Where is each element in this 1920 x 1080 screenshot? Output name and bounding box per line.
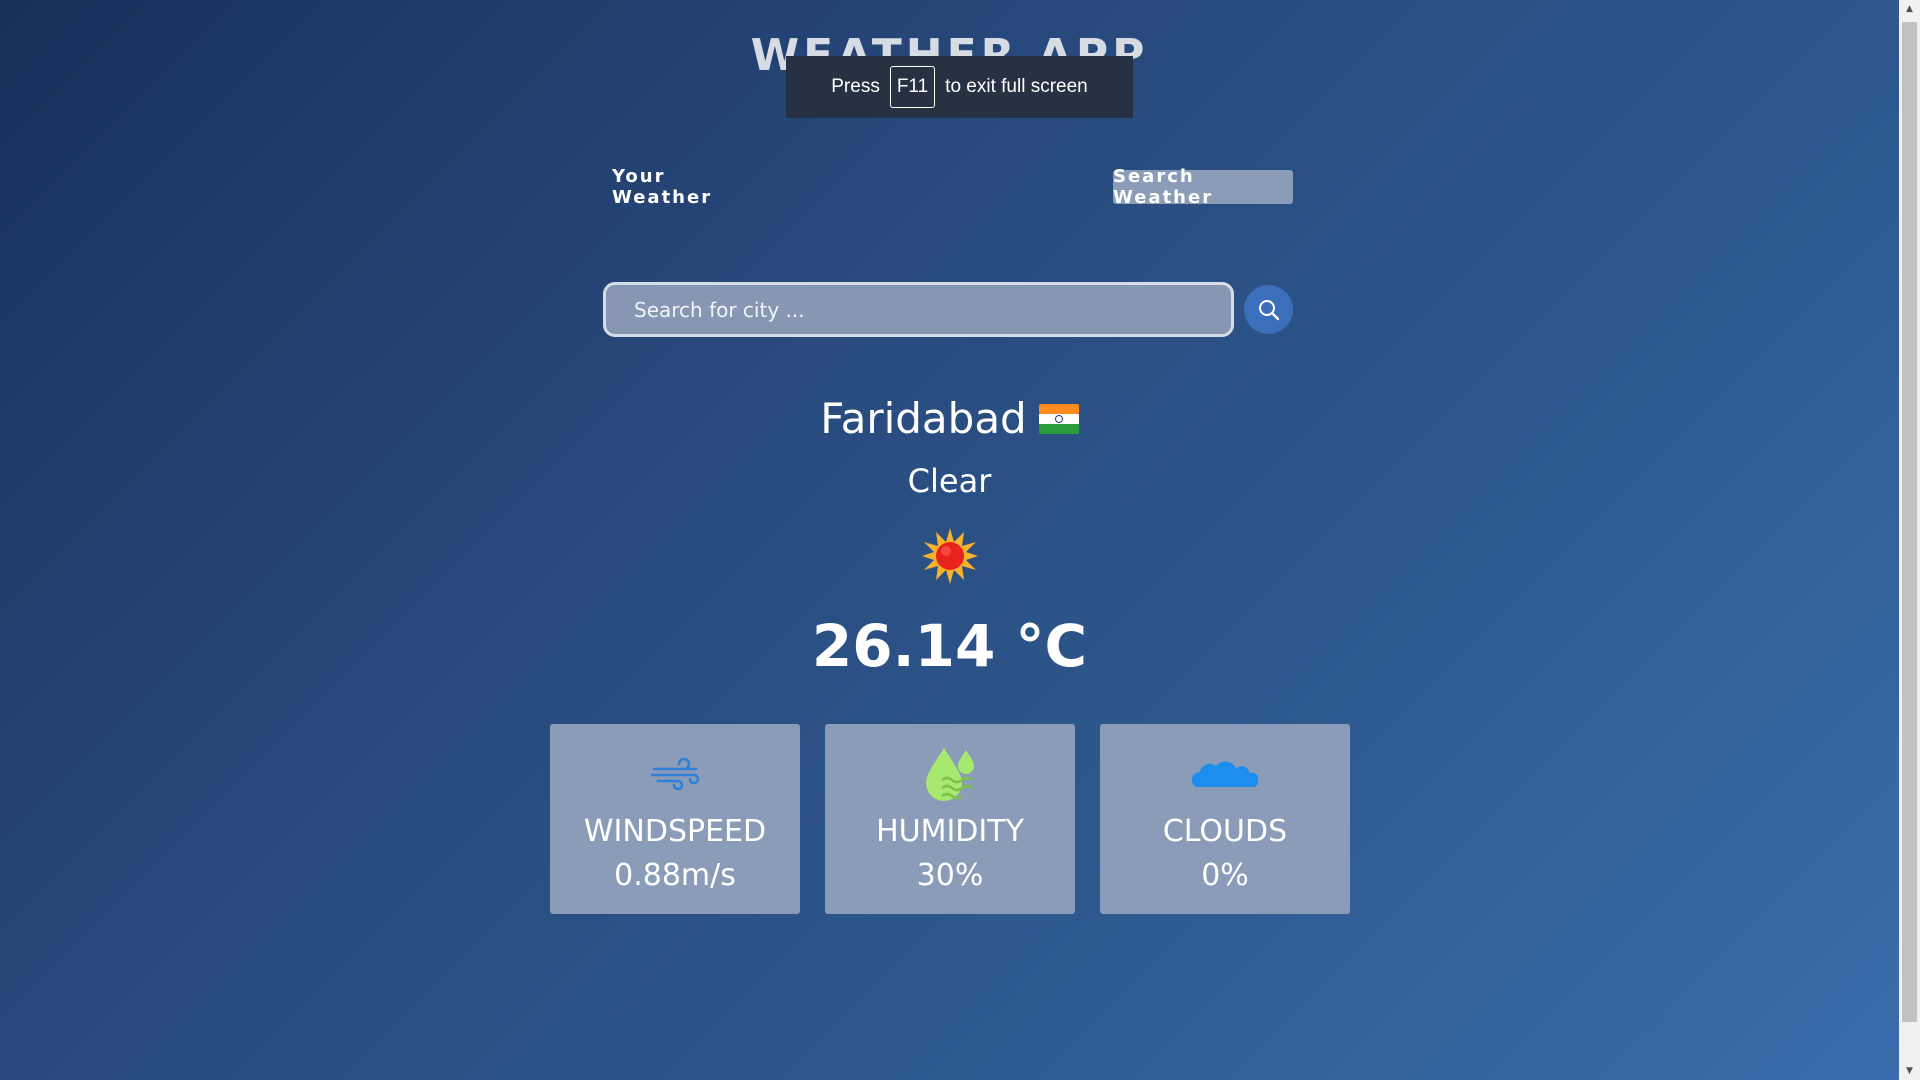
fullscreen-notice-before: Press — [831, 76, 880, 97]
stat-label: WINDSPEED — [583, 814, 767, 849]
fullscreen-key: F11 — [889, 66, 936, 108]
city-name: Faridabad — [820, 394, 1027, 443]
search-icon — [1258, 299, 1279, 320]
temperature: 26.14 °C — [811, 612, 1088, 680]
weather-page: WEATHER APP Press F11 to exit full scree… — [0, 0, 1899, 1080]
fullscreen-notice-after: to exit full screen — [945, 76, 1088, 97]
stat-label: CLOUDS — [1162, 814, 1288, 849]
search-box — [603, 282, 1234, 337]
flag-icon — [1038, 403, 1079, 434]
stat-label: HUMIDITY — [876, 814, 1024, 849]
wind-icon — [650, 757, 700, 791]
search-button[interactable] — [1244, 285, 1293, 334]
scroll-down-icon[interactable]: ▼ — [1899, 1062, 1920, 1080]
weather-condition: Clear — [907, 462, 992, 500]
search-input[interactable] — [632, 296, 1216, 323]
stat-card-clouds: CLOUDS 0% — [1100, 724, 1350, 914]
stat-value: 30% — [916, 858, 984, 893]
humidity-icon — [926, 748, 974, 801]
stat-card-humidity: HUMIDITY 30% — [825, 724, 1075, 914]
scroll-thumb[interactable] — [1902, 22, 1917, 1022]
sun-icon — [922, 528, 978, 584]
fullscreen-notice: Press F11 to exit full screen — [786, 56, 1133, 118]
vertical-scrollbar[interactable]: ▲ ▼ — [1899, 0, 1920, 1080]
tab-search-weather[interactable]: Search Weather — [1113, 166, 1293, 208]
stat-value: 0% — [1201, 858, 1249, 893]
city-row: Faridabad — [0, 394, 1899, 443]
scroll-up-icon[interactable]: ▲ — [1899, 0, 1920, 18]
stat-card-windspeed: WINDSPEED 0.88m/s — [550, 724, 800, 914]
tab-your-weather[interactable]: Your Weather — [612, 166, 757, 208]
cloud-icon — [1192, 761, 1258, 787]
stat-value: 0.88m/s — [614, 858, 736, 893]
